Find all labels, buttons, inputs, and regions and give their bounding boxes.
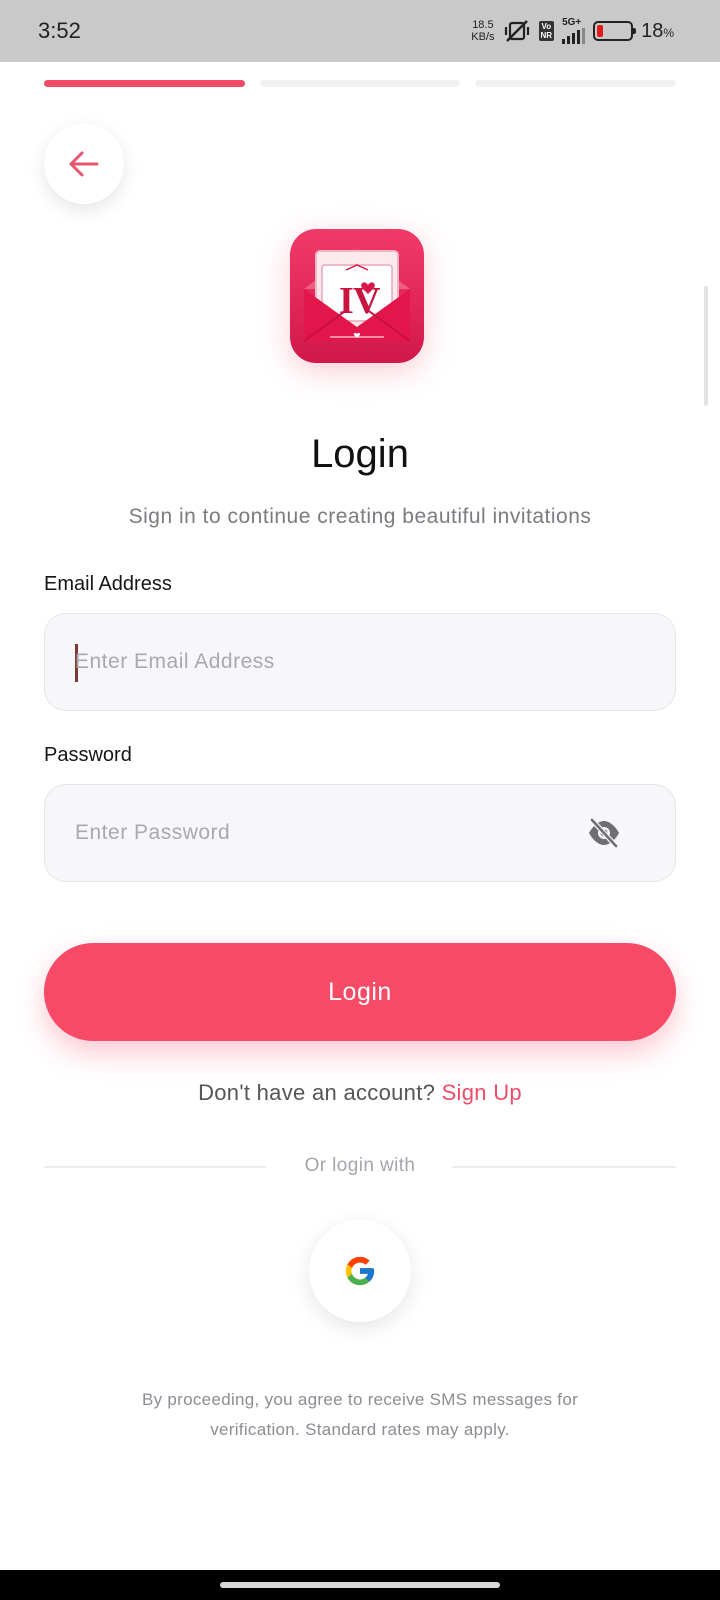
page-subtitle: Sign in to continue creating beautiful i… bbox=[128, 505, 592, 528]
sms-disclaimer: By proceeding, you agree to receive SMS … bbox=[141, 1390, 579, 1439]
status-time: 3:52 bbox=[38, 18, 81, 43]
status-bar: 3:52 18.5 KB/s Vo NR 5G+ 18% bbox=[0, 0, 720, 62]
email-input[interactable] bbox=[75, 614, 555, 710]
system-navigation-bar bbox=[0, 1570, 720, 1600]
progress-step-1 bbox=[44, 80, 245, 87]
invitation-envelope-logo: I V bbox=[290, 229, 424, 363]
status-icons: 18.5 KB/s Vo NR 5G+ 18% bbox=[471, 14, 674, 48]
app-logo: I V bbox=[290, 229, 424, 363]
signup-row: Don't have an account? Sign Up bbox=[0, 1080, 720, 1106]
signal-strength-icon: 5G+ bbox=[562, 18, 586, 44]
password-input[interactable] bbox=[75, 785, 555, 881]
password-field-container[interactable] bbox=[44, 784, 676, 882]
eye-off-icon[interactable] bbox=[587, 818, 621, 848]
volte-icon: Vo NR bbox=[538, 21, 555, 41]
email-label: Email Address bbox=[44, 573, 172, 595]
signup-link[interactable]: Sign Up bbox=[442, 1080, 522, 1105]
mute-vibrate-icon bbox=[503, 18, 531, 44]
step-progress bbox=[44, 80, 677, 87]
signup-prompt: Don't have an account? bbox=[198, 1080, 436, 1105]
arrow-left-icon bbox=[69, 151, 99, 177]
google-icon bbox=[345, 1256, 375, 1286]
battery-icon bbox=[593, 21, 637, 41]
login-button[interactable]: Login bbox=[44, 943, 676, 1041]
svg-text:I: I bbox=[339, 280, 354, 322]
page-title: Login bbox=[311, 432, 409, 476]
battery-percent: 18% bbox=[641, 19, 674, 42]
google-login-button[interactable] bbox=[309, 1220, 411, 1322]
progress-step-3 bbox=[475, 80, 677, 87]
scroll-indicator bbox=[704, 286, 708, 406]
password-label: Password bbox=[44, 744, 132, 766]
home-gesture-handle[interactable] bbox=[220, 1582, 500, 1588]
divider-right bbox=[452, 1166, 676, 1168]
network-speed: 18.5 KB/s bbox=[471, 19, 495, 43]
email-field-container[interactable] bbox=[44, 613, 676, 711]
progress-step-2 bbox=[259, 80, 461, 87]
back-button[interactable] bbox=[44, 124, 124, 204]
